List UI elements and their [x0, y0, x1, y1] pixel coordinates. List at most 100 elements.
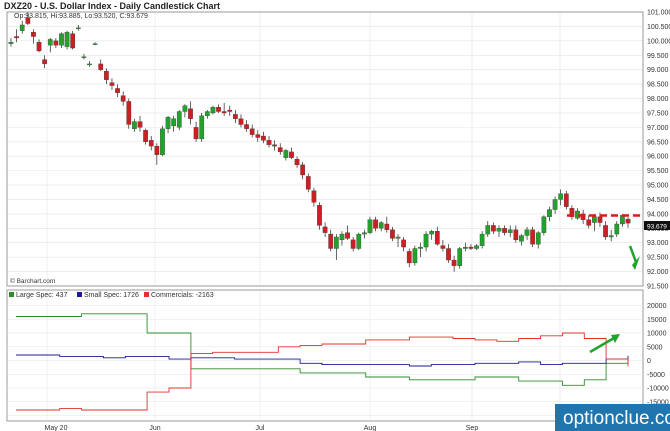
candle-body	[42, 59, 48, 65]
legend-label-large-spec: Large Spec: 437	[16, 292, 67, 299]
candle-body	[294, 158, 300, 166]
cot-legend: Large Spec: 437 Small Spec: 1726 Commerc…	[9, 292, 214, 299]
candle-body	[513, 229, 519, 241]
candle-body	[233, 114, 238, 119]
source-label: © Barchart.com	[10, 277, 55, 285]
price-tick-label: 101.000	[647, 10, 670, 17]
candle-body	[176, 111, 182, 128]
price-tick-label: 99.500	[647, 53, 669, 60]
candle-body	[165, 117, 171, 129]
candle-body	[440, 245, 446, 249]
candle	[64, 30, 70, 50]
candle-body	[92, 43, 98, 45]
price-tick-label: 91.500	[647, 284, 669, 291]
candle-body	[586, 219, 592, 226]
price-tick-label: 100.000	[647, 38, 670, 45]
candle-body	[356, 233, 362, 249]
candle-body	[423, 233, 429, 248]
candle-body	[378, 222, 384, 229]
candle-body	[160, 128, 165, 155]
candle-body	[311, 190, 317, 203]
price-tick-label: 93.000	[647, 240, 669, 247]
candle-body	[406, 251, 412, 264]
cot-tick-label: 20000	[647, 303, 667, 310]
candle-body	[210, 107, 216, 114]
legend-swatch-commercials	[144, 292, 149, 297]
candle	[412, 245, 418, 266]
price-tick-label: 95.000	[647, 183, 669, 190]
cot-tick-label: -5000	[647, 372, 665, 379]
candle-body	[81, 56, 87, 58]
candle-body	[541, 216, 547, 233]
candle-body	[434, 231, 440, 245]
candle-body	[339, 233, 345, 241]
candle-body	[300, 164, 306, 176]
price-tick-label: 94.500	[647, 197, 669, 204]
candle-body	[345, 232, 350, 239]
candle-body	[87, 63, 92, 66]
candle-body	[474, 245, 479, 249]
candle	[160, 125, 165, 157]
cot-tick-label: -10000	[647, 386, 669, 393]
candle-body	[390, 229, 395, 239]
candle	[305, 173, 311, 193]
candle-body	[603, 225, 608, 238]
cot-tick-label: 0	[647, 358, 651, 365]
candle	[530, 226, 535, 248]
price-tick-label: 96.500	[647, 139, 669, 146]
candle-body	[401, 239, 406, 248]
candle-body	[216, 107, 221, 112]
cot-tick-label: 10000	[647, 331, 667, 338]
legend-label-small-spec: Small Spec: 1726	[84, 292, 139, 299]
cot-panel-frame	[6, 289, 644, 422]
candle-body	[457, 248, 463, 266]
candle-body	[451, 259, 457, 266]
candle-body	[115, 88, 120, 93]
candle-body	[322, 226, 328, 233]
candle-body	[182, 105, 188, 112]
candle-body	[412, 248, 418, 264]
candle	[563, 190, 569, 210]
candle-body	[98, 63, 104, 70]
candle	[356, 232, 362, 250]
candle-body	[193, 127, 199, 140]
price-tick-label: 99.000	[647, 67, 669, 74]
cot-tick-label: 15000	[647, 317, 667, 324]
price-tick-label: 95.500	[647, 168, 669, 175]
candle-body	[53, 40, 59, 46]
chart-title: DXZ20 - U.S. Dollar Index - Daily Candle…	[4, 1, 220, 11]
candle-body	[491, 225, 496, 232]
candle-body	[261, 135, 266, 141]
candle-body	[479, 233, 485, 246]
candle-body	[8, 42, 14, 44]
candle-body	[524, 229, 530, 236]
candle-body	[244, 124, 249, 129]
candle-body	[238, 118, 244, 125]
price-tick-label: 96.000	[647, 154, 669, 161]
candle-body	[266, 140, 272, 145]
candle-body	[283, 150, 289, 158]
candle-body	[31, 32, 36, 37]
candle-body	[277, 147, 283, 153]
candle-body	[502, 228, 507, 233]
candle-body	[350, 239, 356, 249]
candle-body	[221, 111, 227, 114]
candle-body	[317, 205, 322, 226]
candle-body	[519, 235, 524, 242]
candle-body	[227, 109, 233, 112]
candle	[210, 105, 216, 115]
candle	[457, 247, 463, 269]
candle-body	[362, 232, 367, 235]
candle-body	[204, 111, 210, 116]
candle-body	[64, 32, 70, 47]
candle-body	[126, 101, 132, 125]
candle-body	[367, 219, 373, 233]
candle-body	[418, 246, 423, 249]
ohlc-readout: Op:93.815, Hi:93.885, Lo:93.520, C:93.67…	[14, 13, 148, 20]
candle-body	[143, 130, 148, 142]
candle-body	[36, 42, 42, 52]
candlestick-chart: DXZ20 - U.S. Dollar Index - Daily Candle…	[0, 0, 670, 431]
candle-body	[249, 128, 255, 135]
candle-body	[446, 248, 451, 261]
x-tick-label: Jul	[256, 425, 265, 431]
